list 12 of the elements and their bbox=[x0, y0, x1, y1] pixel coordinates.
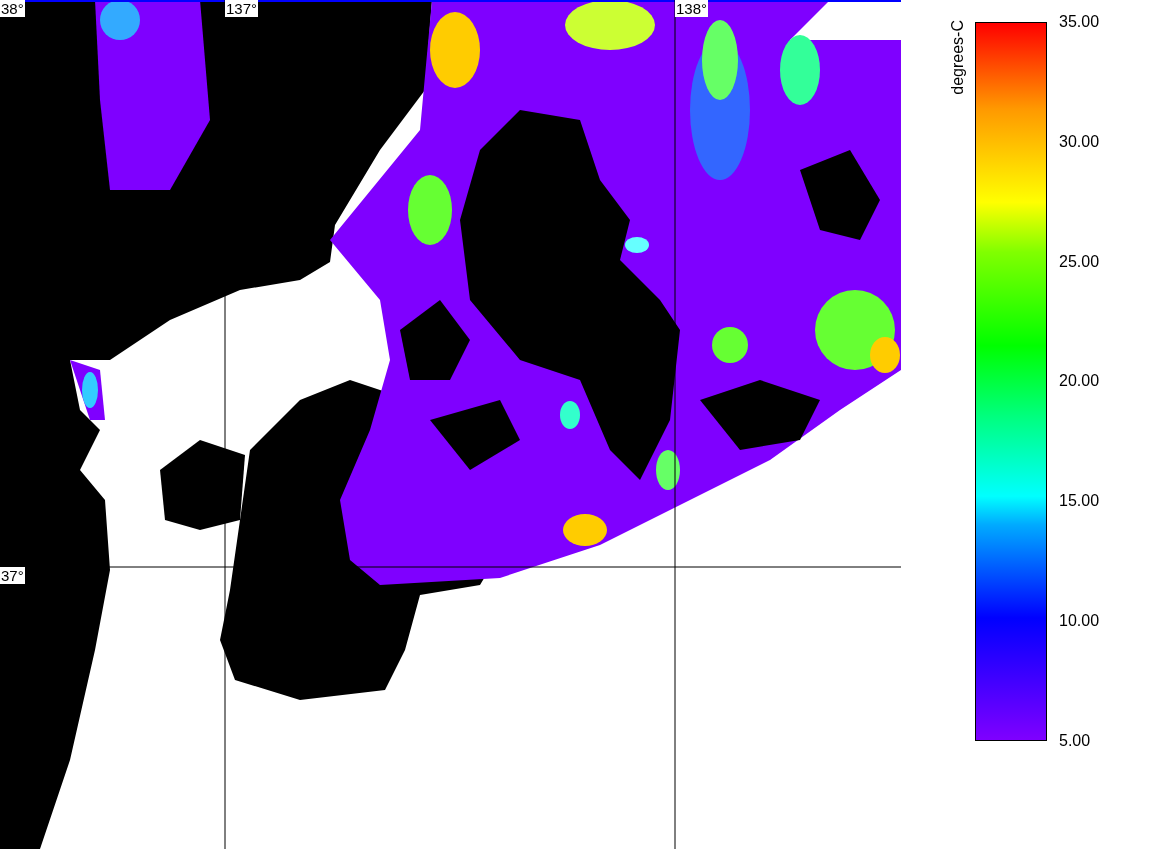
tick-label: 25.00 bbox=[1059, 252, 1100, 271]
tick-label: 20.00 bbox=[1059, 372, 1100, 391]
tick-label: 30.00 bbox=[1059, 132, 1100, 151]
grid-label: 137° bbox=[225, 0, 259, 17]
tick-label: 10.00 bbox=[1059, 612, 1100, 631]
colorbar-title: degrees-C bbox=[949, 20, 967, 95]
grid-label: 37° bbox=[0, 567, 25, 584]
tick-label: 15.00 bbox=[1059, 492, 1100, 511]
grid-label: 138° bbox=[675, 0, 709, 17]
tick-label: 35.00 bbox=[1059, 13, 1100, 31]
grid-label: 38° bbox=[0, 0, 25, 17]
tick-label: 5.00 bbox=[1059, 731, 1092, 750]
